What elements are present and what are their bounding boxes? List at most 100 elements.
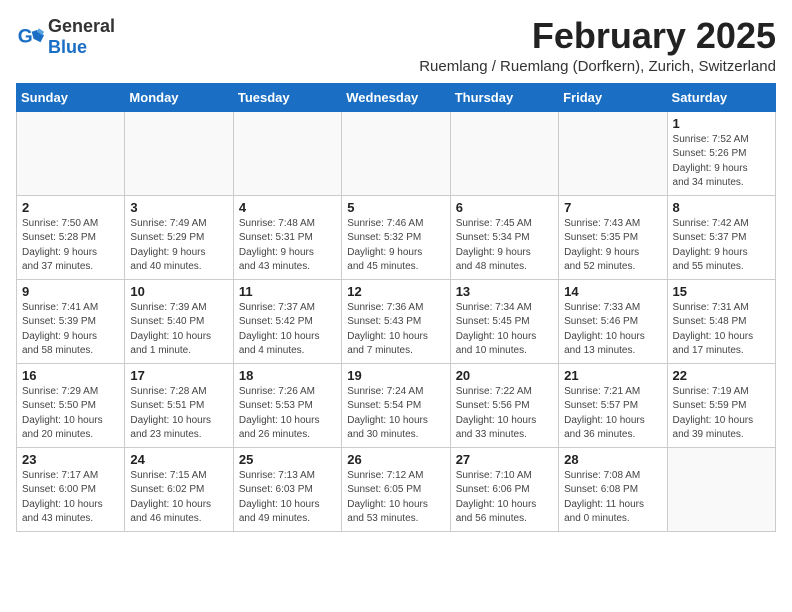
day-info: Sunrise: 7:24 AM Sunset: 5:54 PM Dayligh… <box>347 385 444 443</box>
day-info: Sunrise: 7:28 AM Sunset: 5:51 PM Dayligh… <box>130 385 227 443</box>
day-info: Sunrise: 7:46 AM Sunset: 5:32 PM Dayligh… <box>347 217 444 275</box>
table-row: 23 Sunrise: 7:17 AM Sunset: 6:00 PM Dayli… <box>17 447 125 531</box>
day-info: Sunrise: 7:21 AM Sunset: 5:57 PM Dayligh… <box>564 385 661 443</box>
table-row: 5 Sunrise: 7:46 AM Sunset: 5:32 PM Daylig… <box>342 195 450 279</box>
table-row: 4 Sunrise: 7:48 AM Sunset: 5:31 PM Daylig… <box>233 195 341 279</box>
col-thursday: Thursday <box>450 83 558 111</box>
col-wednesday: Wednesday <box>342 83 450 111</box>
col-monday: Monday <box>125 83 233 111</box>
table-row: 8 Sunrise: 7:42 AM Sunset: 5:37 PM Daylig… <box>667 195 775 279</box>
day-info: Sunrise: 7:12 AM Sunset: 6:05 PM Dayligh… <box>347 469 444 527</box>
day-info: Sunrise: 7:34 AM Sunset: 5:45 PM Dayligh… <box>456 301 553 359</box>
col-tuesday: Tuesday <box>233 83 341 111</box>
calendar-week-row: 1Sunrise: 7:52 AM Sunset: 5:26 PM Daylig… <box>17 111 776 195</box>
svg-text:G: G <box>18 26 33 47</box>
table-row <box>342 111 450 195</box>
day-info: Sunrise: 7:29 AM Sunset: 5:50 PM Dayligh… <box>22 385 119 443</box>
day-info: Sunrise: 7:36 AM Sunset: 5:43 PM Dayligh… <box>347 301 444 359</box>
day-number: 23 <box>22 452 119 467</box>
logo-icon: G <box>16 23 44 51</box>
table-row: 11 Sunrise: 7:37 AM Sunset: 5:42 PM Dayli… <box>233 279 341 363</box>
day-number: 7 <box>564 200 661 215</box>
calendar-week-row: 2 Sunrise: 7:50 AM Sunset: 5:28 PM Daylig… <box>17 195 776 279</box>
day-number: 5 <box>347 200 444 215</box>
calendar-header-row: Sunday Monday Tuesday Wednesday Thursday… <box>17 83 776 111</box>
day-number: 17 <box>130 368 227 383</box>
table-row <box>450 111 558 195</box>
calendar-week-row: 9Sunrise: 7:41 AM Sunset: 5:39 PM Daylig… <box>17 279 776 363</box>
table-row: 16 Sunrise: 7:29 AM Sunset: 5:50 PM Dayli… <box>17 363 125 447</box>
day-number: 10 <box>130 284 227 299</box>
table-row: 25 Sunrise: 7:13 AM Sunset: 6:03 PM Dayli… <box>233 447 341 531</box>
logo-text: General Blue <box>48 16 115 58</box>
table-row: 3 Sunrise: 7:49 AM Sunset: 5:29 PM Daylig… <box>125 195 233 279</box>
table-row: 13 Sunrise: 7:34 AM Sunset: 5:45 PM Dayli… <box>450 279 558 363</box>
calendar-table: Sunday Monday Tuesday Wednesday Thursday… <box>16 83 776 532</box>
calendar-title-area: February 2025 Ruemlang / Ruemlang (Dorfk… <box>419 16 776 75</box>
calendar-week-row: 23 Sunrise: 7:17 AM Sunset: 6:00 PM Dayli… <box>17 447 776 531</box>
table-row: 10 Sunrise: 7:39 AM Sunset: 5:40 PM Dayli… <box>125 279 233 363</box>
day-number: 25 <box>239 452 336 467</box>
day-info: Sunrise: 7:50 AM Sunset: 5:28 PM Dayligh… <box>22 217 119 275</box>
day-number: 6 <box>456 200 553 215</box>
day-number: 1 <box>673 116 770 131</box>
calendar-location: Ruemlang / Ruemlang (Dorfkern), Zurich, … <box>419 58 776 75</box>
table-row: 19 Sunrise: 7:24 AM Sunset: 5:54 PM Dayli… <box>342 363 450 447</box>
page-header: G General Blue February 2025 Ruemlang / … <box>16 16 776 75</box>
calendar-week-row: 16 Sunrise: 7:29 AM Sunset: 5:50 PM Dayli… <box>17 363 776 447</box>
day-number: 26 <box>347 452 444 467</box>
day-info: Sunrise: 7:42 AM Sunset: 5:37 PM Dayligh… <box>673 217 770 275</box>
day-number: 13 <box>456 284 553 299</box>
table-row <box>17 111 125 195</box>
day-info: Sunrise: 7:39 AM Sunset: 5:40 PM Dayligh… <box>130 301 227 359</box>
day-number: 20 <box>456 368 553 383</box>
table-row: 7Sunrise: 7:43 AM Sunset: 5:35 PM Daylig… <box>559 195 667 279</box>
day-number: 22 <box>673 368 770 383</box>
day-number: 28 <box>564 452 661 467</box>
table-row: 28 Sunrise: 7:08 AM Sunset: 6:08 PM Dayli… <box>559 447 667 531</box>
day-number: 16 <box>22 368 119 383</box>
day-number: 21 <box>564 368 661 383</box>
table-row: 1Sunrise: 7:52 AM Sunset: 5:26 PM Daylig… <box>667 111 775 195</box>
day-number: 2 <box>22 200 119 215</box>
day-info: Sunrise: 7:31 AM Sunset: 5:48 PM Dayligh… <box>673 301 770 359</box>
table-row: 9Sunrise: 7:41 AM Sunset: 5:39 PM Daylig… <box>17 279 125 363</box>
day-number: 14 <box>564 284 661 299</box>
table-row: 12 Sunrise: 7:36 AM Sunset: 5:43 PM Dayli… <box>342 279 450 363</box>
table-row: 22Sunrise: 7:19 AM Sunset: 5:59 PM Dayli… <box>667 363 775 447</box>
col-friday: Friday <box>559 83 667 111</box>
table-row: 27Sunrise: 7:10 AM Sunset: 6:06 PM Dayli… <box>450 447 558 531</box>
table-row <box>233 111 341 195</box>
day-number: 18 <box>239 368 336 383</box>
day-number: 12 <box>347 284 444 299</box>
col-saturday: Saturday <box>667 83 775 111</box>
day-number: 9 <box>22 284 119 299</box>
day-info: Sunrise: 7:26 AM Sunset: 5:53 PM Dayligh… <box>239 385 336 443</box>
day-number: 3 <box>130 200 227 215</box>
day-number: 11 <box>239 284 336 299</box>
day-info: Sunrise: 7:48 AM Sunset: 5:31 PM Dayligh… <box>239 217 336 275</box>
day-number: 8 <box>673 200 770 215</box>
logo: G General Blue <box>16 16 115 58</box>
day-info: Sunrise: 7:15 AM Sunset: 6:02 PM Dayligh… <box>130 469 227 527</box>
table-row <box>667 447 775 531</box>
table-row: 17 Sunrise: 7:28 AM Sunset: 5:51 PM Dayli… <box>125 363 233 447</box>
day-info: Sunrise: 7:13 AM Sunset: 6:03 PM Dayligh… <box>239 469 336 527</box>
day-info: Sunrise: 7:45 AM Sunset: 5:34 PM Dayligh… <box>456 217 553 275</box>
day-info: Sunrise: 7:22 AM Sunset: 5:56 PM Dayligh… <box>456 385 553 443</box>
table-row: 21 Sunrise: 7:21 AM Sunset: 5:57 PM Dayli… <box>559 363 667 447</box>
day-info: Sunrise: 7:17 AM Sunset: 6:00 PM Dayligh… <box>22 469 119 527</box>
table-row: 14 Sunrise: 7:33 AM Sunset: 5:46 PM Dayli… <box>559 279 667 363</box>
table-row: 26 Sunrise: 7:12 AM Sunset: 6:05 PM Dayli… <box>342 447 450 531</box>
day-info: Sunrise: 7:49 AM Sunset: 5:29 PM Dayligh… <box>130 217 227 275</box>
day-info: Sunrise: 7:37 AM Sunset: 5:42 PM Dayligh… <box>239 301 336 359</box>
col-sunday: Sunday <box>17 83 125 111</box>
table-row: 18 Sunrise: 7:26 AM Sunset: 5:53 PM Dayli… <box>233 363 341 447</box>
table-row: 2 Sunrise: 7:50 AM Sunset: 5:28 PM Daylig… <box>17 195 125 279</box>
table-row: 20 Sunrise: 7:22 AM Sunset: 5:56 PM Dayli… <box>450 363 558 447</box>
day-info: Sunrise: 7:33 AM Sunset: 5:46 PM Dayligh… <box>564 301 661 359</box>
day-number: 19 <box>347 368 444 383</box>
table-row: 15Sunrise: 7:31 AM Sunset: 5:48 PM Dayli… <box>667 279 775 363</box>
day-info: Sunrise: 7:08 AM Sunset: 6:08 PM Dayligh… <box>564 469 661 527</box>
day-number: 4 <box>239 200 336 215</box>
